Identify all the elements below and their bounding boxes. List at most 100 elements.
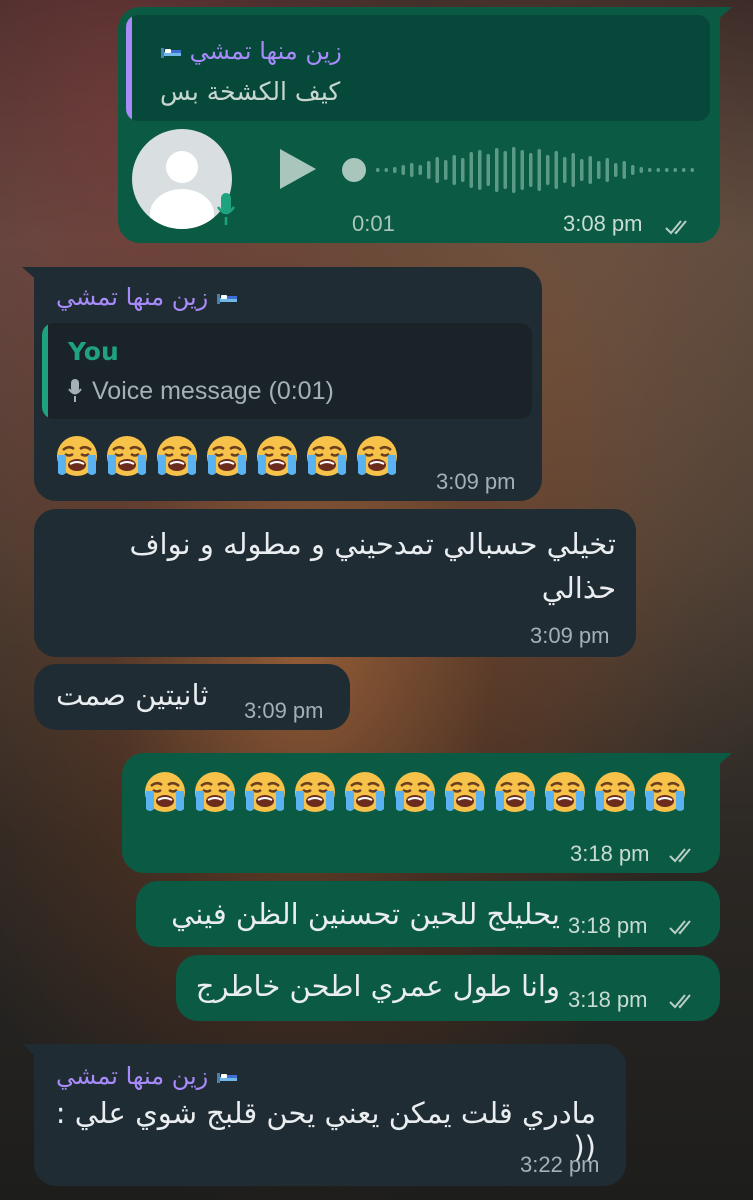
- loudly-crying-face-icon: [104, 433, 150, 479]
- waveform-bar: [418, 165, 422, 175]
- quoted-text: Voice message (0:01): [92, 377, 334, 405]
- message-text: ثانيتين صمت: [56, 678, 209, 712]
- double-check-icon: [668, 847, 698, 863]
- bubble-tail: [22, 1044, 40, 1060]
- waveform-bar: [690, 168, 694, 172]
- waveform-bar: [469, 152, 473, 188]
- waveform-bar: [656, 168, 660, 172]
- waveform-bar: [444, 160, 448, 180]
- message-time: 3:18 pm: [568, 913, 648, 938]
- waveform-bar: [393, 167, 397, 173]
- waveform-bar: [682, 168, 686, 172]
- loudly-crying-face-icon: [492, 769, 538, 815]
- loudly-crying-face-icon: [442, 769, 488, 815]
- waveform-bar: [529, 153, 533, 187]
- loudly-crying-face-icon: [292, 769, 338, 815]
- waveform-bar: [546, 155, 550, 185]
- waveform-bar: [588, 156, 592, 184]
- bubble-tail: [714, 7, 732, 23]
- message-bubble-outgoing[interactable]: 3:18 pm: [122, 753, 732, 873]
- loudly-crying-face-icon: [242, 769, 288, 815]
- waveform-bar: [410, 163, 414, 177]
- waveform-bar: [376, 168, 380, 172]
- waveform-bar: [512, 147, 516, 193]
- message-bubble-incoming[interactable]: تخيلي حسبالي تمدحيني و مطوله و نواف حذال…: [34, 509, 636, 657]
- loudly-crying-face-icon: [204, 433, 250, 479]
- loudly-crying-face-icon: [54, 433, 100, 479]
- play-icon[interactable]: [276, 145, 320, 193]
- waveform-bar: [597, 161, 601, 179]
- waveform-bar: [478, 150, 482, 190]
- waveform-bar: [554, 151, 558, 189]
- mic-icon: [68, 379, 82, 402]
- double-check-icon: [664, 219, 694, 235]
- waveform-bar: [622, 161, 626, 179]
- message-text-line2: حذالي: [541, 571, 616, 605]
- mic-icon: [216, 193, 236, 225]
- waveform-bar: [673, 168, 677, 172]
- message-text: وانا طول عمري اطحن خاطرج: [195, 969, 560, 1003]
- loudly-crying-face-icon: [392, 769, 438, 815]
- waveform-bar: [580, 159, 584, 181]
- bed-icon: [216, 1070, 238, 1084]
- message-time: 3:08 pm: [563, 211, 643, 236]
- loudly-crying-face-icon: [192, 769, 238, 815]
- waveform-bar: [452, 155, 456, 185]
- waveform-bar: [537, 149, 541, 191]
- waveform-bar: [427, 161, 431, 179]
- message-text-line1: تخيلي حسبالي تمدحيني و مطوله و نواف: [129, 527, 616, 561]
- loudly-crying-face-icon: [304, 433, 350, 479]
- bubble-tail: [714, 753, 732, 769]
- loudly-crying-face-icon: [342, 769, 388, 815]
- waveform-bar: [665, 168, 669, 172]
- message-time: 3:09 pm: [436, 469, 516, 494]
- double-check-icon: [668, 993, 698, 1009]
- message-bubble-voice[interactable]: زين منها تمشي كيف الكشخة بس 0:01 3:08 pm: [118, 7, 732, 243]
- waveform-bar: [605, 158, 609, 182]
- waveform-bar: [563, 157, 567, 183]
- loudly-crying-face-icon: [254, 433, 300, 479]
- waveform-bar: [520, 150, 524, 190]
- message-bubble-incoming[interactable]: زين منها تمشي You Voice message (0:01) 3…: [22, 267, 542, 501]
- message-bubble-outgoing[interactable]: وانا طول عمري اطحن خاطرج 3:18 pm: [176, 955, 720, 1021]
- double-check-icon: [668, 919, 698, 935]
- sender-name: زين منها تمشي: [56, 283, 238, 311]
- message-time: 3:09 pm: [530, 623, 610, 648]
- message-text: يحليلج للحين تحسنين الظن فيني: [171, 897, 560, 931]
- waveform-bar: [571, 153, 575, 187]
- message-time: 3:18 pm: [570, 841, 650, 866]
- message-time: 3:18 pm: [568, 987, 648, 1012]
- bed-icon: [216, 291, 238, 305]
- quoted-message[interactable]: You Voice message (0:01): [42, 323, 532, 419]
- waveform-bar: [614, 163, 618, 177]
- waveform-bar: [486, 154, 490, 186]
- message-bubble-incoming[interactable]: زين منها تمشي مادري قلت يمكن يعني يحن قل…: [22, 1044, 626, 1186]
- loudly-crying-face-icon: [154, 433, 200, 479]
- waveform-bar: [461, 158, 465, 182]
- emoji-row: [54, 433, 404, 479]
- quoted-text: كيف الكشخة بس: [160, 77, 341, 106]
- bed-icon: [160, 45, 182, 59]
- waveform-bar: [639, 167, 643, 173]
- loudly-crying-face-icon: [642, 769, 688, 815]
- voice-duration: 0:01: [352, 211, 395, 236]
- message-time: 3:22 pm: [520, 1152, 600, 1177]
- message-bubble-outgoing[interactable]: يحليلج للحين تحسنين الظن فيني 3:18 pm: [136, 881, 720, 947]
- message-bubble-incoming[interactable]: ثانيتين صمت 3:09 pm: [34, 664, 350, 730]
- quoted-message[interactable]: زين منها تمشي كيف الكشخة بس: [126, 15, 710, 121]
- quoted-sender: You: [68, 337, 119, 366]
- loudly-crying-face-icon: [354, 433, 400, 479]
- quoted-sender: زين منها تمشي: [160, 37, 342, 65]
- message-text: مادري قلت يمكن يعني يحن قلبج شوي علي :((: [55, 1096, 596, 1164]
- waveform-bar: [401, 165, 405, 175]
- waveform-bar: [384, 168, 388, 172]
- waveform-bar: [648, 168, 652, 172]
- emoji-row: [142, 769, 692, 815]
- loudly-crying-face-icon: [542, 769, 588, 815]
- bubble-tail: [22, 267, 40, 283]
- waveform-bar: [503, 151, 507, 189]
- waveform-bar: [631, 165, 635, 175]
- sender-name: زين منها تمشي: [56, 1062, 238, 1090]
- waveform-bar: [435, 157, 439, 183]
- waveform[interactable]: [340, 135, 700, 205]
